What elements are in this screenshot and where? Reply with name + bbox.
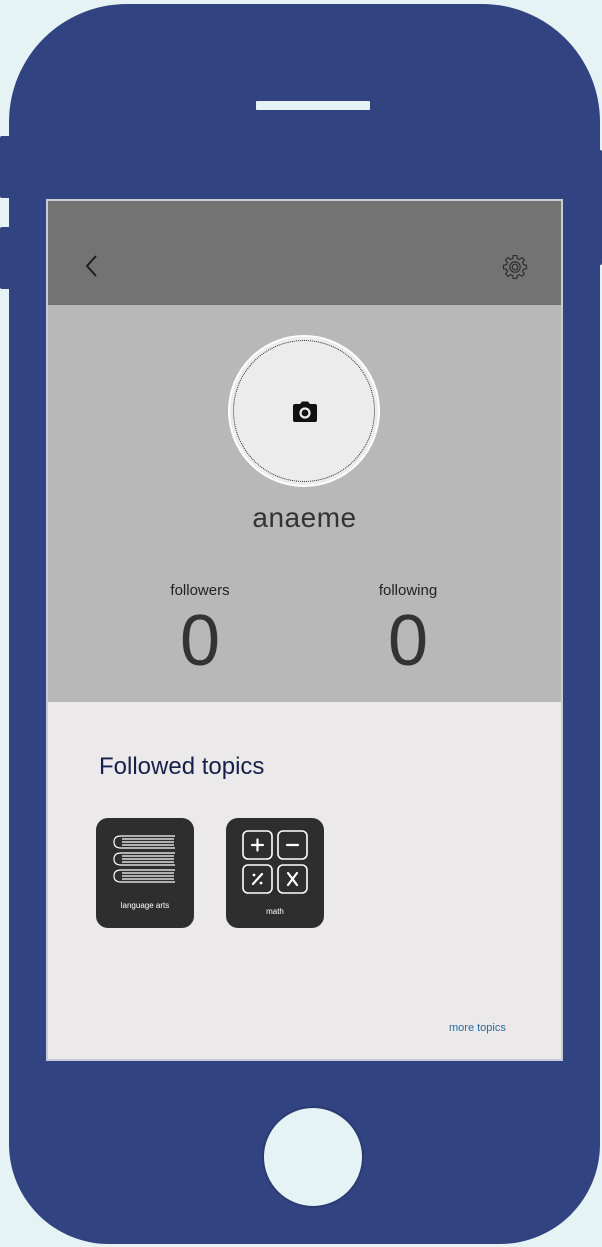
- avatar-upload[interactable]: [228, 335, 380, 487]
- chevron-left-icon[interactable]: [84, 253, 100, 279]
- more-topics-link[interactable]: more topics: [449, 1022, 506, 1034]
- home-button[interactable]: [262, 1106, 364, 1208]
- calculator-icon: [242, 830, 308, 894]
- topic-label: language arts: [120, 901, 170, 910]
- gear-icon[interactable]: [502, 254, 528, 280]
- camera-icon: [293, 401, 317, 422]
- screen: anaeme followers 0 following 0 Followed …: [46, 199, 563, 1061]
- following-count[interactable]: 0: [328, 605, 488, 677]
- topic-tile-language-arts[interactable]: language arts: [96, 818, 194, 928]
- profile-header: anaeme followers 0 following 0: [48, 305, 561, 702]
- topic-tile-math[interactable]: math: [226, 818, 324, 928]
- followers-count[interactable]: 0: [120, 605, 280, 677]
- following-label: following: [378, 582, 438, 599]
- topic-label: math: [266, 907, 284, 916]
- speaker: [256, 101, 370, 110]
- username: anaeme: [252, 502, 357, 533]
- followers-label: followers: [170, 582, 230, 599]
- section-title: Followed topics: [99, 753, 265, 780]
- top-bar: [48, 201, 561, 305]
- books-icon: [113, 835, 175, 883]
